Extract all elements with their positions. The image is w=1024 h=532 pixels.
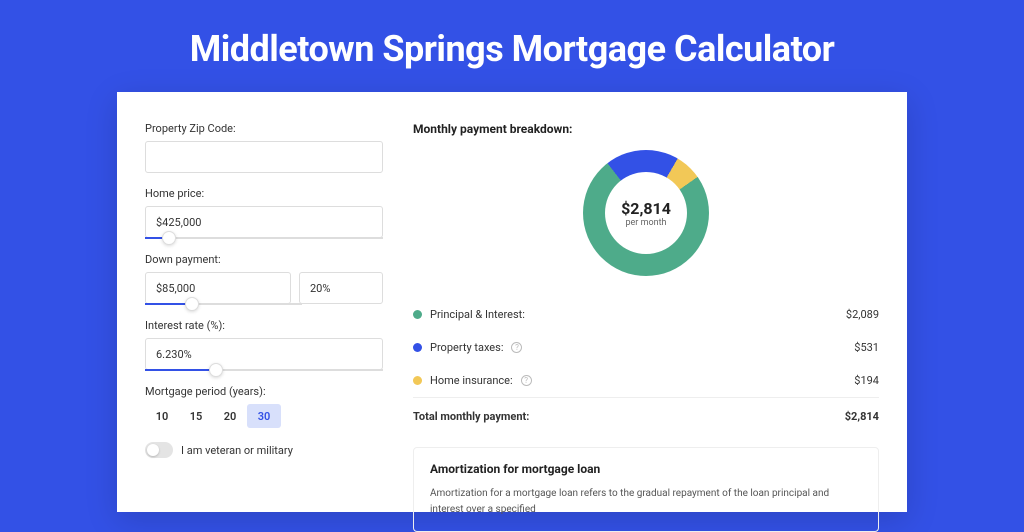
zip-field: Property Zip Code: [145,122,383,173]
donut-center: $2,814 per month [605,172,687,254]
interest-input[interactable] [145,338,383,370]
down-payment-field: Down payment: [145,253,383,305]
info-icon[interactable]: ? [511,342,522,353]
period-label: Mortgage period (years): [145,385,383,398]
breakdown-title: Monthly payment breakdown: [413,122,879,136]
period-btn-15[interactable]: 15 [179,404,213,428]
legend-row-taxes: Property taxes: ? $531 [413,331,879,364]
period-btn-20[interactable]: 20 [213,404,247,428]
slider-fill [145,369,216,371]
legend-row-principal: Principal & Interest: $2,089 [413,298,879,331]
form-column: Property Zip Code: Home price: Down paym… [145,122,383,512]
legend-label: Home insurance: [430,374,513,387]
legend-dot [413,310,422,319]
home-price-input[interactable] [145,206,383,238]
zip-input[interactable] [145,141,383,173]
legend-row-total: Total monthly payment: $2,814 [413,397,879,433]
legend-dot [413,343,422,352]
donut-chart: $2,814 per month [583,150,709,276]
interest-field: Interest rate (%): [145,319,383,371]
total-value: $2,814 [845,410,879,423]
legend-value: $194 [854,374,879,387]
period-field: Mortgage period (years): 10 15 20 30 [145,385,383,428]
legend-row-insurance: Home insurance: ? $194 [413,364,879,397]
page-root: Middletown Springs Mortgage Calculator P… [0,0,1024,512]
amortization-text: Amortization for a mortgage loan refers … [430,486,862,517]
legend-value: $531 [854,341,879,354]
legend-label: Principal & Interest: [430,308,525,321]
veteran-label: I am veteran or military [181,444,293,457]
calculator-card: Property Zip Code: Home price: Down paym… [117,92,907,512]
donut-wrap: $2,814 per month [413,150,879,276]
home-price-slider[interactable] [145,237,383,239]
legend-dot [413,376,422,385]
period-btn-10[interactable]: 10 [145,404,179,428]
interest-label: Interest rate (%): [145,319,383,332]
period-group: 10 15 20 30 [145,404,383,428]
veteran-row: I am veteran or military [145,442,383,458]
donut-amount: $2,814 [621,199,671,218]
info-icon[interactable]: ? [521,375,532,386]
down-payment-input[interactable] [145,272,291,304]
slider-thumb[interactable] [185,297,199,311]
slider-thumb[interactable] [209,363,223,377]
home-price-label: Home price: [145,187,383,200]
veteran-toggle[interactable] [145,442,173,458]
amortization-title: Amortization for mortgage loan [430,462,862,476]
toggle-knob [147,444,159,456]
legend-label: Property taxes: [430,341,503,354]
donut-sub: per month [625,218,666,228]
legend-value: $2,089 [846,308,879,321]
slider-thumb[interactable] [162,231,176,245]
total-label: Total monthly payment: [413,410,529,423]
down-payment-label: Down payment: [145,253,383,266]
home-price-field: Home price: [145,187,383,239]
page-title: Middletown Springs Mortgage Calculator [0,0,1024,92]
breakdown-column: Monthly payment breakdown: $2,814 per mo… [413,122,879,512]
interest-slider[interactable] [145,369,383,371]
down-payment-slider[interactable] [145,303,302,305]
zip-label: Property Zip Code: [145,122,383,135]
amortization-card: Amortization for mortgage loan Amortizat… [413,447,879,532]
legend: Principal & Interest: $2,089 Property ta… [413,298,879,433]
down-payment-pct-input[interactable] [299,272,383,304]
period-btn-30[interactable]: 30 [247,404,281,428]
